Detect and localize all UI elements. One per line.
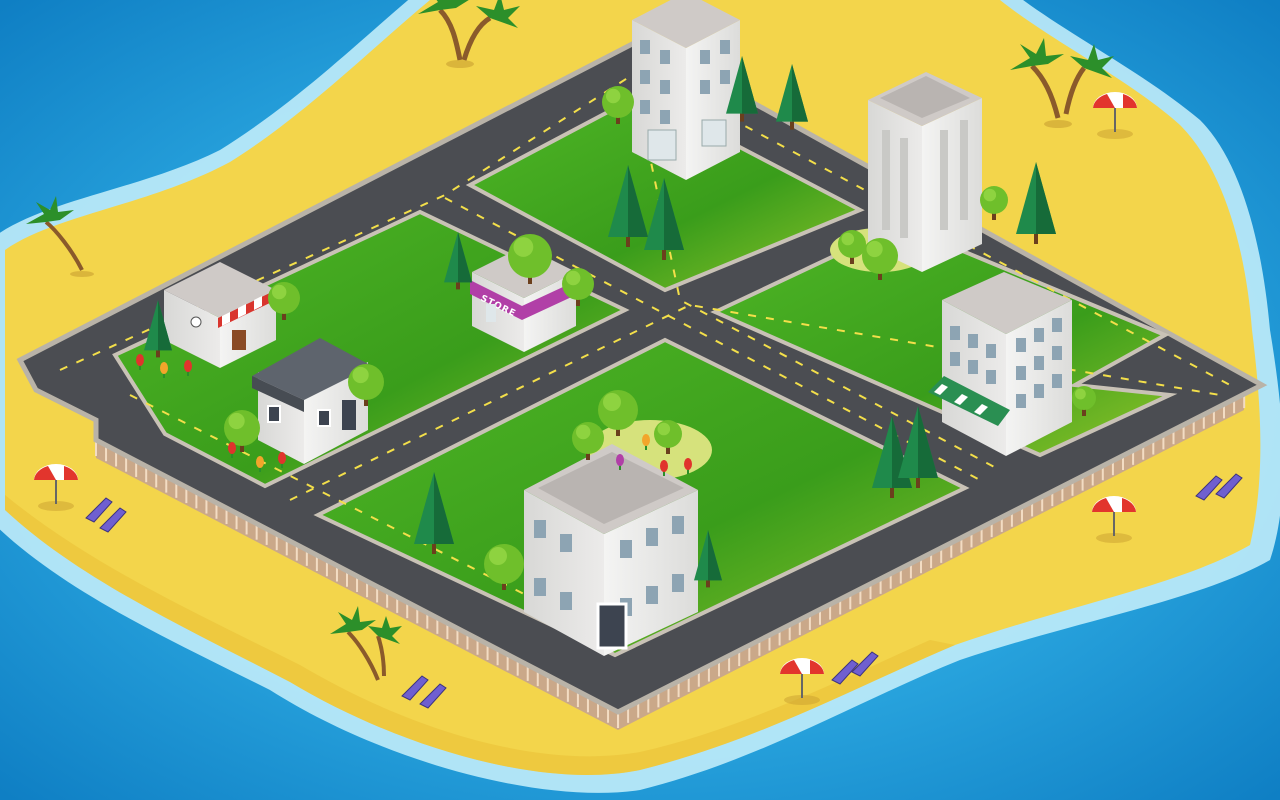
tall-apartment-tower[interactable] [632,0,740,180]
game-scene[interactable]: STORE [0,0,1280,800]
